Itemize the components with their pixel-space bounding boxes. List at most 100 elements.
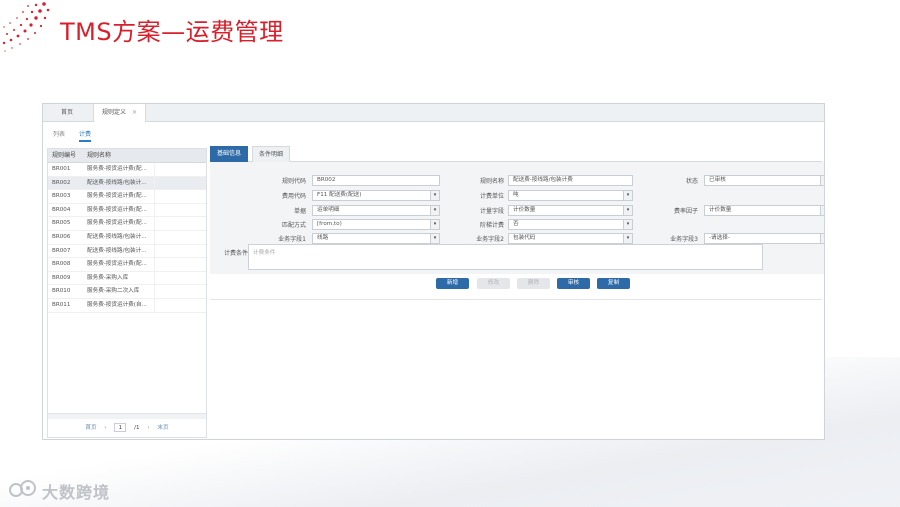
status-select[interactable]: 已审核 ▾ — [704, 175, 824, 186]
pager-prev[interactable]: ‹ — [104, 425, 106, 431]
match-mode-value: [from,to) — [317, 221, 342, 227]
brand-logo-icon — [9, 480, 36, 497]
window-tab-bar: 首页 规则定义 × — [43, 104, 824, 122]
table-row[interactable]: BR008 服务费-按货运计费(配... — [48, 258, 206, 272]
cell-rule-name: 配送费-按线路/包装计... — [87, 233, 147, 240]
chevron-down-icon[interactable]: ▾ — [820, 176, 824, 185]
match-mode-select[interactable]: [from,to) ▾ — [312, 219, 440, 230]
table-row[interactable]: BR001 服务费-按货运计费(配... — [48, 163, 206, 177]
tab-rule-definition[interactable]: 规则定义 × — [93, 104, 147, 122]
horizontal-scrollbar[interactable] — [48, 413, 206, 419]
rate-factor-value: 计价数量 — [709, 207, 732, 213]
cell-rule-name: 配送费-按线路/包装计... — [87, 179, 147, 186]
cell-empty — [154, 163, 206, 176]
chevron-down-icon[interactable]: ▾ — [623, 206, 632, 215]
biz-field2-value: 包装代码 — [513, 235, 536, 241]
chevron-down-icon[interactable]: ▾ — [820, 206, 824, 215]
brand-logo-text: 大数跨境 — [42, 483, 111, 502]
biz-field3-select[interactable]: -请选择- ▾ — [704, 233, 824, 244]
cell-rule-name: 配送费-按线路/包装计... — [87, 247, 147, 254]
bill-unit-select[interactable]: 吨 ▾ — [508, 190, 633, 201]
pager-first[interactable]: 首页 — [85, 425, 96, 431]
table-row[interactable]: BR005 服务费-按货运计费(配... — [48, 217, 206, 231]
chevron-down-icon[interactable]: ▾ — [623, 191, 632, 200]
cell-empty — [154, 230, 206, 244]
biz-field1-value: 线路 — [317, 235, 329, 241]
cell-rule-name: 服务费-按货运计费(自... — [87, 301, 147, 308]
grid-header: 规则编号 规则名称 — [48, 149, 206, 163]
table-row[interactable]: BR009 服务费-采购入库 — [48, 271, 206, 286]
cell-rule-name: 服务费-按货运计费(配... — [87, 261, 147, 268]
approve-button[interactable]: 审核 — [557, 278, 590, 289]
match-mode-label: 匹配方式 — [281, 222, 306, 229]
grid-body: BR001 服务费-按货运计费(配... BR002 配送费-按线路/包装计... BR… — [48, 163, 206, 313]
bill-field-select[interactable]: 计价数量 ▾ — [508, 205, 633, 216]
tab-basic-info[interactable]: 基础信息 — [210, 146, 248, 162]
close-icon[interactable]: × — [132, 109, 137, 116]
table-row[interactable]: BR002 配送费-按线路/包装计... — [48, 176, 206, 191]
table-row[interactable]: BR011 服务费-按货运计费(自... — [48, 298, 206, 313]
fee-code-select[interactable]: F11 配送费(配送) ▾ — [312, 190, 440, 201]
fee-code-value: F11 配送费(配送) — [317, 192, 362, 198]
table-row[interactable]: BR003 服务费-按货运计费(配... — [48, 190, 206, 204]
condition-textarea[interactable]: 计费条件 — [248, 244, 763, 270]
chevron-down-icon[interactable]: ▾ — [623, 220, 632, 229]
rate-factor-label: 费率因子 — [673, 208, 698, 215]
edit-button[interactable]: 修改 — [477, 278, 510, 289]
chevron-down-icon[interactable]: ▾ — [430, 191, 439, 200]
pager-page-input[interactable]: 1 — [114, 423, 127, 432]
biz-field1-label: 业务字段1 — [278, 236, 306, 243]
table-row[interactable]: BR006 配送费-按线路/包装计... — [48, 230, 206, 245]
biz-field2-select[interactable]: 包装代码 ▾ — [508, 233, 633, 244]
biz-field1-select[interactable]: 线路 ▾ — [312, 233, 440, 244]
chevron-down-icon[interactable]: ▾ — [623, 234, 632, 243]
cell-empty — [154, 203, 206, 217]
cell-rule-code: BR005 — [52, 220, 71, 227]
chevron-down-icon[interactable]: ▾ — [820, 234, 824, 243]
rule-name-field[interactable]: 配送费-按线路/包装计费 — [508, 175, 633, 186]
bill-unit-value: 吨 — [513, 192, 519, 198]
cell-rule-code: BR001 — [52, 166, 71, 172]
cell-empty — [154, 217, 206, 230]
step-bill-select[interactable]: 否 ▾ — [508, 219, 633, 230]
cell-rule-name: 服务费-按货运计费(配... — [87, 193, 147, 200]
chevron-down-icon[interactable]: ▾ — [430, 220, 439, 229]
pager-last[interactable]: 末页 — [157, 425, 168, 431]
tab-condition-detail[interactable]: 条件明细 — [252, 146, 290, 162]
sub-tab-billing[interactable]: 计费 — [79, 129, 92, 142]
condition-label: 计费条件 — [223, 250, 248, 257]
table-row[interactable]: BR010 服务费-采购二次入库 — [48, 285, 206, 299]
table-row[interactable]: BR007 配送费-按线路/包装计... — [48, 244, 206, 259]
add-button[interactable]: 新增 — [436, 278, 469, 289]
biz-field2-label: 业务字段2 — [476, 236, 504, 243]
rule-code-field[interactable]: BR002 — [312, 175, 440, 186]
delete-button[interactable]: 删除 — [517, 278, 550, 289]
table-row[interactable]: BR004 服务费-按货运计费(配... — [48, 203, 206, 218]
column-header-name[interactable]: 规则名称 — [84, 149, 154, 162]
status-label: 状态 — [685, 178, 698, 185]
pager-next[interactable]: › — [147, 425, 149, 431]
rate-factor-select[interactable]: 计价数量 ▾ — [704, 205, 824, 216]
column-header-code[interactable]: 规则编号 — [48, 149, 84, 162]
cell-rule-name: 服务费-按货运计费(配... — [87, 220, 147, 227]
cell-rule-name: 服务费-采购入库 — [87, 274, 129, 281]
doc-select[interactable]: 运单明细 ▾ — [312, 205, 440, 216]
dot-pattern-icon — [2, 2, 50, 52]
detail-tab-bar: 基础信息 条件明细 — [210, 146, 822, 162]
detail-form: 规则代码 BR002 规则名称 配送费-按线路/包装计费 状态 已审核 ▾ 费用代… — [210, 162, 824, 274]
sub-tab-bar: 列表 计费 — [43, 126, 206, 142]
biz-field3-label: 业务字段3 — [670, 236, 698, 243]
chevron-down-icon[interactable]: ▾ — [430, 206, 439, 215]
fee-code-label: 费用代码 — [281, 193, 306, 200]
tab-home[interactable]: 首页 — [53, 104, 81, 122]
bill-field-value: 计价数量 — [513, 207, 536, 213]
cell-empty — [154, 285, 206, 298]
rule-code-label: 规则代码 — [281, 178, 306, 185]
chevron-down-icon[interactable]: ▾ — [430, 234, 439, 243]
copy-button[interactable]: 复制 — [597, 278, 630, 289]
cell-rule-name: 服务费-按货运计费(配... — [87, 206, 147, 213]
cell-empty — [154, 271, 206, 285]
cell-empty — [154, 190, 206, 203]
sub-tab-list[interactable]: 列表 — [53, 129, 65, 138]
doc-value: 运单明细 — [317, 207, 340, 213]
